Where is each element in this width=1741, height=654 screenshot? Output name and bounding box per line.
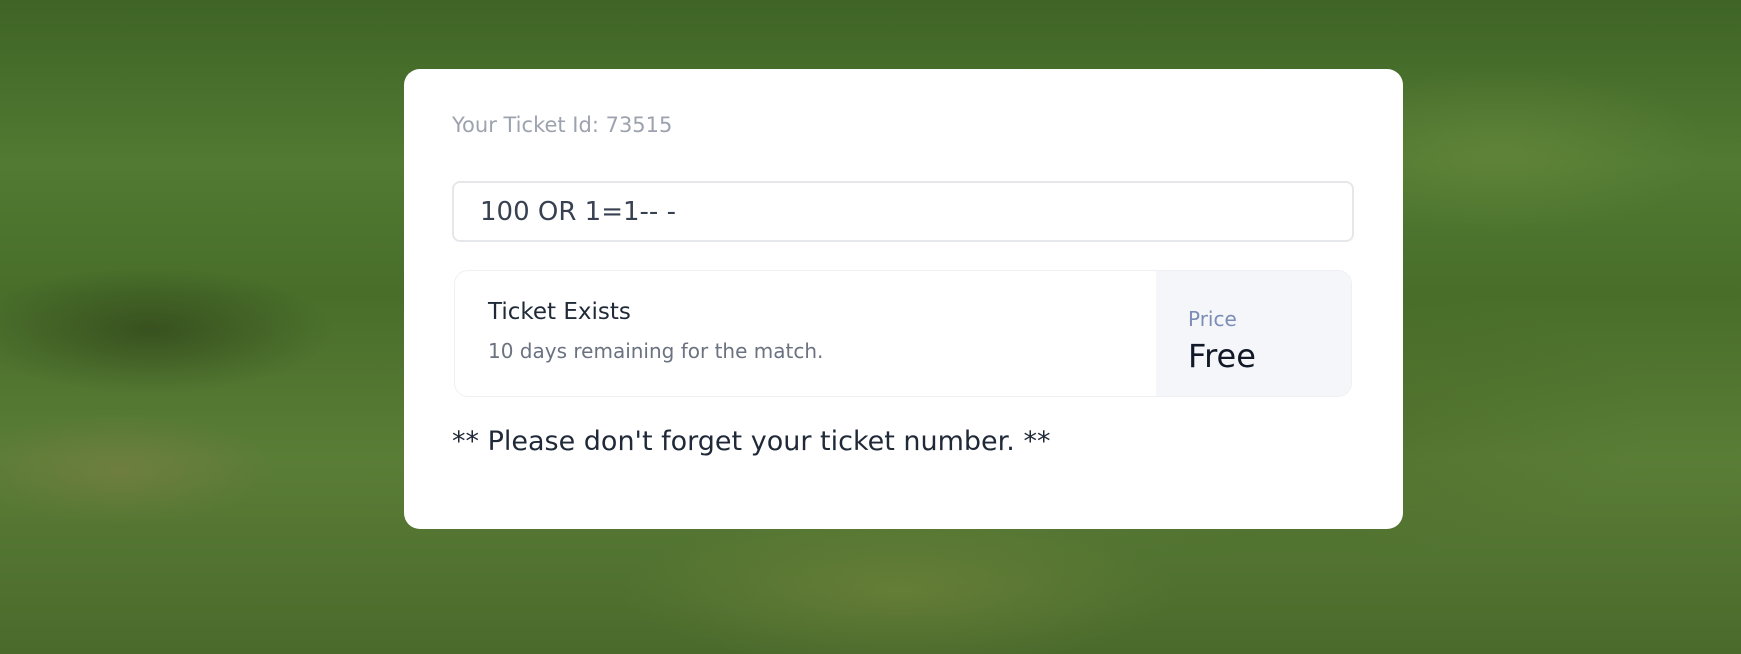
result-title: Ticket Exists	[488, 299, 631, 325]
ticket-id-label: Your Ticket Id: 73515	[452, 113, 673, 137]
result-details: Ticket Exists 10 days remaining for the …	[455, 271, 1156, 396]
price-label: Price	[1188, 307, 1237, 331]
ticket-card: Your Ticket Id: 73515 Ticket Exists 10 d…	[404, 69, 1403, 529]
ticket-number-input[interactable]	[452, 181, 1354, 242]
result-subtitle: 10 days remaining for the match.	[488, 339, 824, 363]
price-value: Free	[1188, 337, 1256, 375]
reminder-text: ** Please don't forget your ticket numbe…	[452, 426, 1051, 457]
price-panel: Price Free	[1156, 271, 1351, 396]
ticket-result-box: Ticket Exists 10 days remaining for the …	[454, 270, 1352, 397]
